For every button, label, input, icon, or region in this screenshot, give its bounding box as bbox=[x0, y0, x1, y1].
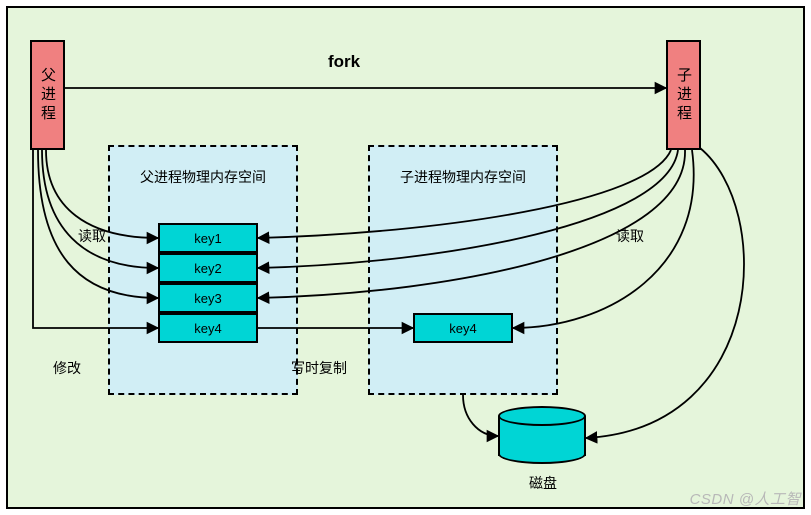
read-right-label: 读取 bbox=[616, 226, 644, 246]
disk-icon bbox=[498, 406, 586, 464]
parent-key1: key1 bbox=[158, 223, 258, 253]
disk-label: 磁盘 bbox=[529, 473, 557, 493]
read-left-label: 读取 bbox=[78, 226, 106, 246]
arrow-childmem-to-disk bbox=[463, 395, 498, 436]
parent-process-box: 父进程 bbox=[30, 40, 65, 150]
copy-on-write-label: 写时复制 bbox=[291, 358, 347, 378]
modify-label: 修改 bbox=[53, 358, 81, 378]
child-process-box: 子进程 bbox=[666, 40, 701, 150]
parent-key4: key4 bbox=[158, 313, 258, 343]
parent-process-label: 父进程 bbox=[37, 67, 58, 124]
child-memory-title: 子进程物理内存空间 bbox=[370, 167, 556, 187]
watermark: CSDN @人工智 bbox=[690, 488, 801, 509]
parent-key3: key3 bbox=[158, 283, 258, 313]
child-process-label: 子进程 bbox=[673, 67, 694, 124]
fork-label: fork bbox=[328, 52, 360, 72]
diagram-frame: 父进程 子进程 fork 父进程物理内存空间 key1 key2 key3 ke… bbox=[6, 6, 805, 509]
arrow-child-to-disk bbox=[586, 148, 744, 438]
child-memory-box: 子进程物理内存空间 bbox=[368, 145, 558, 395]
parent-key2: key2 bbox=[158, 253, 258, 283]
parent-memory-title: 父进程物理内存空间 bbox=[110, 167, 296, 187]
child-key4: key4 bbox=[413, 313, 513, 343]
